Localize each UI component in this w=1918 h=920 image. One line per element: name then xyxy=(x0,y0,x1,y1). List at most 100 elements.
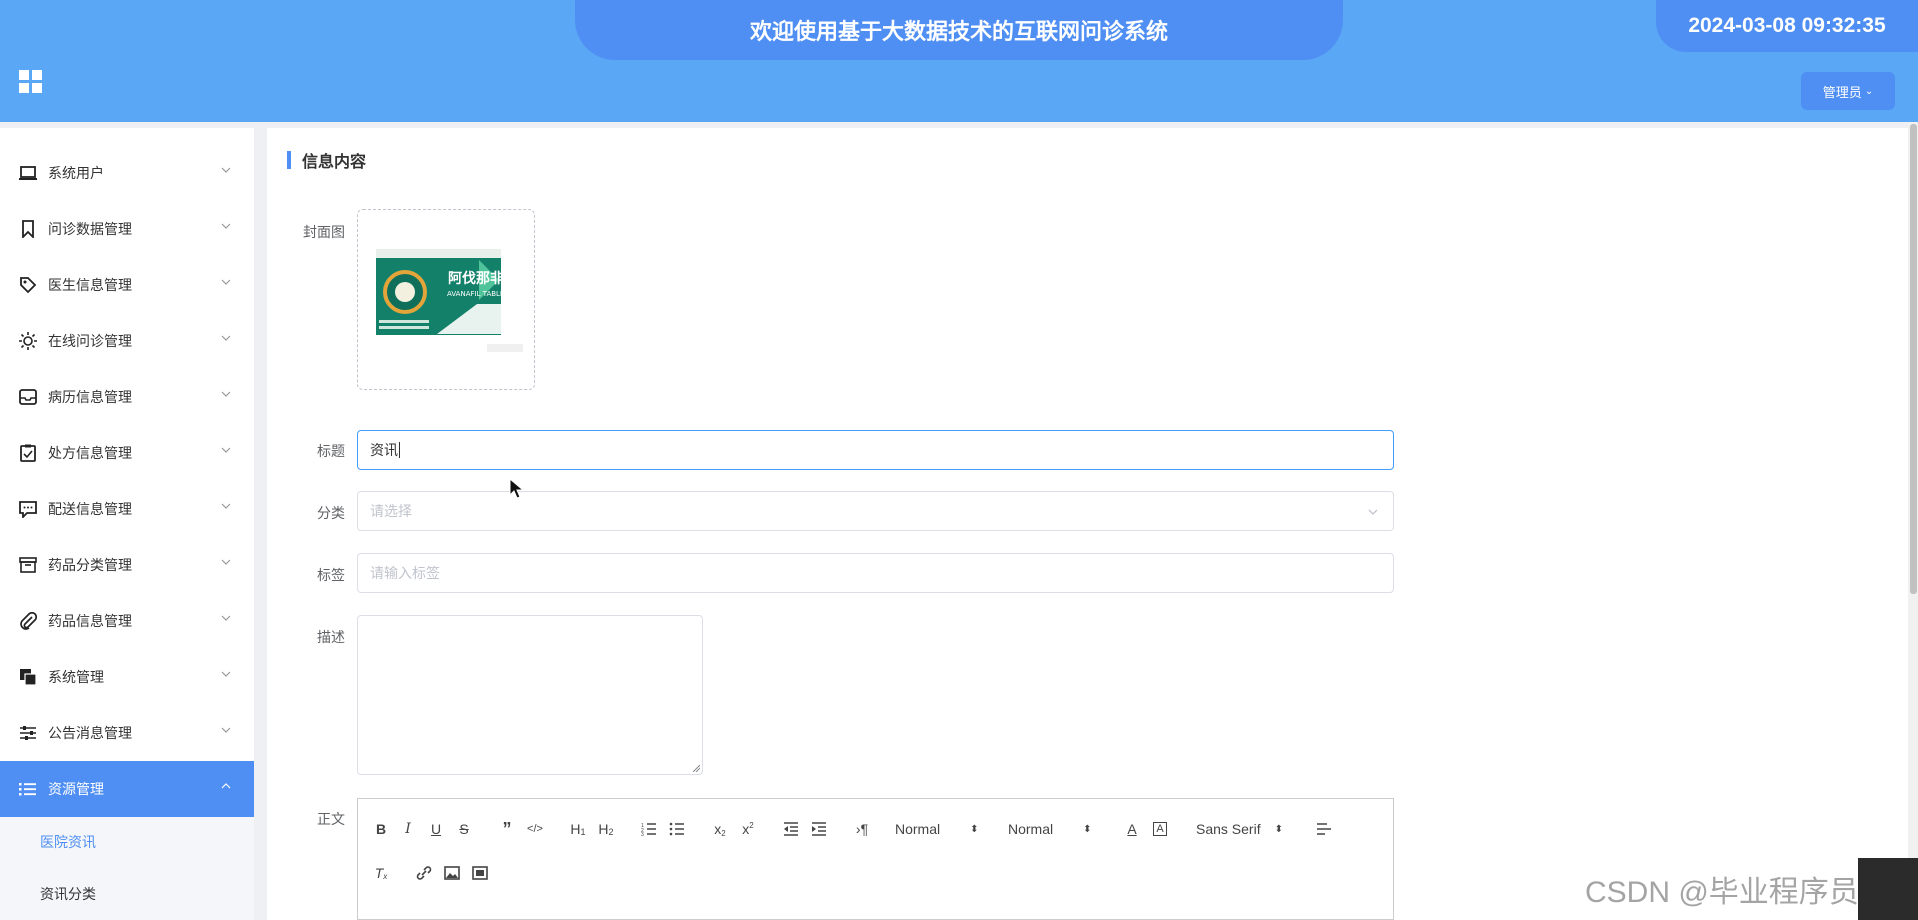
sidebar-item-label: 药品分类管理 xyxy=(48,557,132,573)
datetime-display: 2024-03-08 09:32:35 xyxy=(1656,0,1918,52)
cover-image-upload[interactable]: 阿伐那非片 AVANAFIL TABLETS xyxy=(357,209,535,390)
archive-icon xyxy=(18,555,38,575)
header-select[interactable]: Normal ⬍ xyxy=(895,818,995,840)
sidebar-item-label: 公告消息管理 xyxy=(48,725,132,741)
text-direction-icon[interactable]: ›¶ xyxy=(851,818,873,840)
laptop-icon xyxy=(18,163,38,183)
inbox-icon xyxy=(18,387,38,407)
thumbnail-drug-name: 阿伐那非片 xyxy=(448,270,518,287)
size-select[interactable]: Normal ⬍ xyxy=(1008,818,1108,840)
sidebar-item-label: 系统管理 xyxy=(48,669,104,685)
heading2-icon[interactable]: H2 xyxy=(594,818,618,840)
sidebar-item-label: 处方信息管理 xyxy=(48,445,132,461)
sidebar-item-consult-data[interactable]: 问诊数据管理 xyxy=(0,201,254,257)
chevron-down-icon xyxy=(1368,509,1378,515)
sidebar-item-online-consult[interactable]: 在线问诊管理 xyxy=(0,313,254,369)
font-select[interactable]: Sans Serif ⬍ xyxy=(1196,818,1296,840)
cover-label: 封面图 xyxy=(303,224,345,240)
system-title: 欢迎使用基于大数据技术的互联网问诊系统 xyxy=(575,0,1343,60)
heading1-icon[interactable]: H1 xyxy=(566,818,590,840)
sidebar-item-label: 医生信息管理 xyxy=(48,277,132,293)
mouse-cursor-icon xyxy=(509,478,525,499)
outdent-icon[interactable] xyxy=(780,818,802,840)
category-placeholder: 请选择 xyxy=(370,503,412,519)
section-accent-bar xyxy=(287,151,291,169)
bookmark-icon xyxy=(18,219,38,239)
updown-icon: ⬍ xyxy=(1274,823,1283,835)
chevron-down-icon xyxy=(221,447,231,453)
chevron-down-icon xyxy=(221,391,231,397)
sidebar-item-label: 配送信息管理 xyxy=(48,501,132,517)
clipboard-icon xyxy=(18,443,38,463)
sidebar-item-drug-info[interactable]: 药品信息管理 xyxy=(0,593,254,649)
sidebar-item-resources[interactable]: 资源管理 xyxy=(0,761,254,817)
thumbnail-drug-name-en: AVANAFIL TABLETS xyxy=(447,290,514,298)
underline-icon[interactable]: U xyxy=(426,818,446,840)
image-icon[interactable] xyxy=(441,862,463,884)
strike-icon[interactable]: S xyxy=(454,818,474,840)
sidebar-subitem-news-category[interactable]: 资讯分类 xyxy=(0,867,254,920)
background-color-icon[interactable]: A xyxy=(1149,818,1171,840)
chevron-down-icon xyxy=(221,223,231,229)
svg-text:3: 3 xyxy=(641,832,644,836)
sidebar-subitem-hospital-news[interactable]: 医院资讯 xyxy=(0,817,254,867)
copy-icon xyxy=(18,667,38,687)
description-label: 描述 xyxy=(317,629,345,645)
title-input-value: 资讯 xyxy=(370,442,398,458)
rich-text-editor[interactable] xyxy=(357,798,1394,920)
title-input[interactable]: 资讯 xyxy=(357,430,1394,470)
user-menu-label: 管理员 xyxy=(1822,84,1862,100)
section-title-text: 信息内容 xyxy=(302,154,367,171)
indent-icon[interactable] xyxy=(808,818,830,840)
cover-thumbnail-image: 阿伐那非片 AVANAFIL TABLETS xyxy=(367,224,525,354)
bullet-list-icon[interactable] xyxy=(666,818,688,840)
align-icon[interactable] xyxy=(1313,818,1335,840)
scrollbar-thumb[interactable] xyxy=(1910,124,1917,594)
link-icon[interactable] xyxy=(413,862,435,884)
sidebar-item-notices[interactable]: 公告消息管理 xyxy=(0,705,254,761)
tags-label: 标签 xyxy=(317,567,345,583)
chevron-down-icon: ⌄ xyxy=(1864,85,1874,97)
sidebar-item-drug-category[interactable]: 药品分类管理 xyxy=(0,537,254,593)
ordered-list-icon[interactable]: 123 xyxy=(638,818,660,840)
menu-toggle-icon[interactable] xyxy=(19,70,42,93)
sidebar-item-label: 系统用户 xyxy=(48,165,104,181)
code-block-icon[interactable]: </> xyxy=(524,818,546,840)
tag-icon xyxy=(18,275,38,295)
sidebar-item-label: 问诊数据管理 xyxy=(48,221,132,237)
resize-grip-icon[interactable] xyxy=(692,764,700,772)
paperclip-icon xyxy=(18,611,38,631)
category-label: 分类 xyxy=(317,505,345,521)
chat-icon xyxy=(18,499,38,519)
clear-format-icon[interactable]: Tx xyxy=(370,862,392,884)
top-header: 欢迎使用基于大数据技术的互联网问诊系统 2024-03-08 09:32:35 … xyxy=(0,0,1918,122)
chevron-down-icon xyxy=(221,279,231,285)
video-icon[interactable] xyxy=(469,862,491,884)
chevron-down-icon xyxy=(221,559,231,565)
sidebar-item-prescriptions[interactable]: 处方信息管理 xyxy=(0,425,254,481)
sidebar-item-medical-records[interactable]: 病历信息管理 xyxy=(0,369,254,425)
sidebar-item-doctor-info[interactable]: 医生信息管理 xyxy=(0,257,254,313)
italic-icon[interactable]: I xyxy=(398,818,418,840)
body-label: 正文 xyxy=(317,811,345,827)
sidebar-item-delivery[interactable]: 配送信息管理 xyxy=(0,481,254,537)
chevron-down-icon xyxy=(221,167,231,173)
blockquote-icon[interactable]: ” xyxy=(496,818,518,840)
user-menu-button[interactable]: 管理员 ⌄ xyxy=(1801,72,1895,110)
bold-icon[interactable]: B xyxy=(371,818,391,840)
superscript-icon[interactable]: x2 xyxy=(737,818,759,840)
font-select-value: Sans Serif xyxy=(1196,821,1261,837)
size-select-value: Normal xyxy=(1008,821,1054,837)
description-textarea[interactable] xyxy=(357,615,703,775)
sidebar-item-system-users[interactable]: 系统用户 xyxy=(0,145,254,201)
chevron-down-icon xyxy=(221,671,231,677)
sidebar-item-system-manage[interactable]: 系统管理 xyxy=(0,649,254,705)
font-color-icon[interactable]: A xyxy=(1121,818,1143,840)
subscript-icon[interactable]: x2 xyxy=(709,818,731,840)
title-label: 标题 xyxy=(317,443,345,459)
tags-input[interactable]: 请输入标签 xyxy=(357,553,1394,593)
chevron-down-icon xyxy=(221,615,231,621)
chevron-down-icon xyxy=(221,335,231,341)
sidebar-item-label: 资源管理 xyxy=(48,781,104,797)
watermark-text: CSDN @毕业程序员 xyxy=(1585,876,1859,909)
